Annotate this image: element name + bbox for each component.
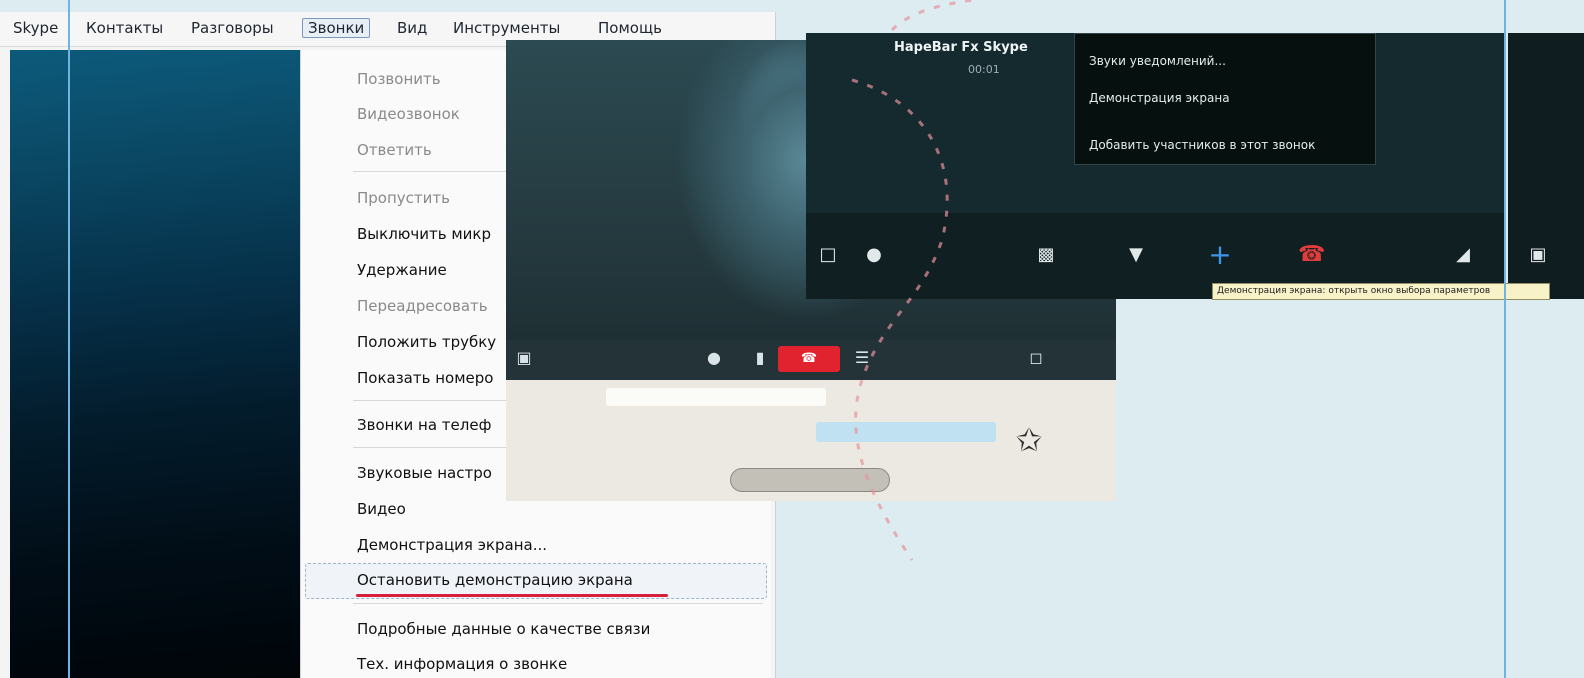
menu-item-mute-mic[interactable]: Выключить микр [357, 225, 491, 243]
menu-conversations[interactable]: Разговоры [191, 19, 274, 37]
hang-up-icon[interactable]: ☎ [1298, 243, 1325, 267]
chat-input[interactable] [730, 468, 890, 492]
menu-item-show-dialpad[interactable]: Показать номеро [357, 369, 493, 387]
contact-name: HapeBar Fx Skype [894, 40, 1028, 55]
popup-item-add-participants[interactable]: Добавить участников в этот звонок [1089, 138, 1315, 152]
menu-view[interactable]: Вид [397, 19, 427, 37]
chat-panel: ✩ [506, 380, 1116, 501]
menu-item-call-quality[interactable]: Подробные данные о качестве связи [357, 620, 650, 638]
end-call-icon[interactable]: ☎ [778, 346, 840, 372]
menu-item-stop-share-screen[interactable]: Остановить демонстрацию экрана [357, 571, 633, 589]
guide-line-left [68, 0, 70, 678]
add-icon[interactable]: + [1208, 241, 1232, 269]
menu-item-hold[interactable]: Удержание [357, 261, 447, 279]
popup-item-sound-notifications[interactable]: Звуки уведомлений... [1089, 54, 1226, 68]
menu-separator [353, 603, 763, 604]
tooltip: Демонстрация экрана: открыть окно выбора… [1212, 283, 1550, 300]
chat-icon[interactable]: □ [816, 243, 840, 267]
menu-item-video[interactable]: Видео [357, 500, 406, 518]
bird-icon: ✩ [1015, 421, 1043, 459]
menu-item-forward[interactable]: Переадресовать [357, 297, 488, 315]
screen-share-panel: HapeBar Fx Skype 00:01 Звуки уведомлений… [806, 33, 1504, 299]
share-popup-menu: Звуки уведомлений... Демонстрация экрана… [1074, 33, 1376, 165]
menu-item-call[interactable]: Позвонить [357, 70, 441, 88]
microphone-icon[interactable]: ▮ [750, 348, 770, 368]
camera-icon[interactable]: ▣ [514, 348, 534, 368]
menu-item-calls-to-phones[interactable]: Звонки на телеф [357, 416, 491, 434]
sidebar-dark-panel [10, 50, 300, 678]
volume-icon[interactable]: ● [704, 348, 724, 368]
menu-item-audio-settings[interactable]: Звуковые настро [357, 464, 492, 482]
menu-calls[interactable]: Звонки [302, 18, 371, 38]
popup-item-share-screen[interactable]: Демонстрация экрана [1089, 91, 1230, 105]
red-underline-mark [356, 594, 668, 597]
menu-contacts[interactable]: Контакты [86, 19, 163, 37]
guide-line-right [1504, 0, 1506, 678]
menu-item-video-call[interactable]: Видеозвонок [357, 105, 460, 123]
menu-item-call-tech-info[interactable]: Тех. информация о звонке [357, 655, 567, 673]
menu-tools[interactable]: Инструменты [453, 19, 560, 37]
microphone-icon[interactable]: ▼ [1124, 243, 1148, 267]
signal-icon[interactable]: ◢ [1451, 243, 1475, 267]
fullscreen-icon[interactable]: ◻ [1026, 348, 1046, 368]
chat-message [606, 388, 826, 406]
menu-help[interactable]: Помощь [598, 19, 662, 37]
menu-item-share-screen[interactable]: Демонстрация экрана... [357, 536, 547, 554]
menu-icon[interactable]: ☰ [852, 348, 872, 368]
call-timer: 00:01 [968, 63, 1000, 76]
menu-item-ignore[interactable]: Пропустить [357, 189, 450, 207]
video-call-toolbar: ▣ ● ▮ ☎ ☰ ◻ [506, 340, 1116, 380]
menu-item-hang-up[interactable]: Положить трубку [357, 333, 496, 351]
screen-icon[interactable]: ▣ [1526, 243, 1550, 267]
video-icon[interactable]: ▩ [1034, 243, 1058, 267]
chat-bubble [816, 422, 996, 442]
menu-skype[interactable]: Skype [13, 19, 58, 37]
contacts-icon[interactable]: ● [862, 243, 886, 267]
menu-item-answer[interactable]: Ответить [357, 141, 432, 159]
side-panel-strip: ▣ [1508, 33, 1584, 299]
